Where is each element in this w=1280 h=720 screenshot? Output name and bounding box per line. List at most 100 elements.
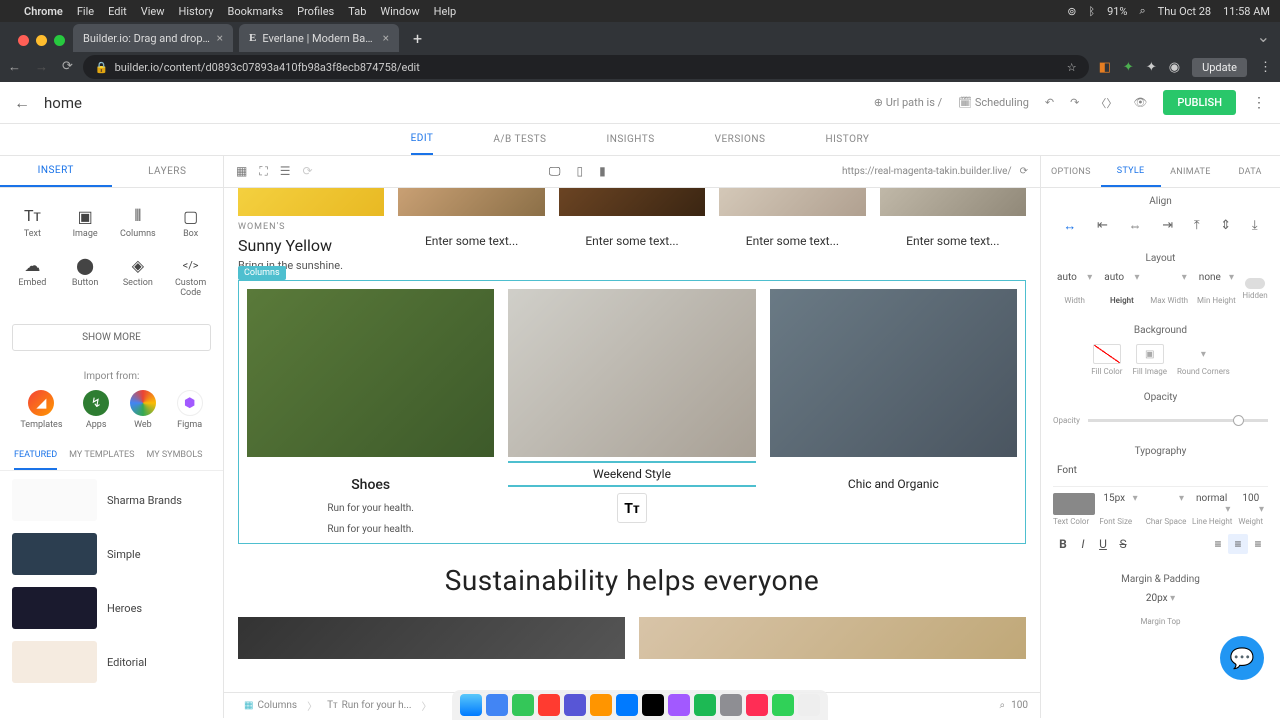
template-item[interactable]: Sharma Brands <box>12 479 211 521</box>
hidden-toggle[interactable] <box>1245 278 1265 289</box>
undo-icon[interactable]: ↶ <box>1045 96 1054 109</box>
tab-history[interactable]: HISTORY <box>825 125 869 154</box>
margin-top-input[interactable]: 20px ▾ <box>1131 593 1191 615</box>
align-left-button[interactable]: ≡ <box>1208 534 1228 554</box>
list-icon[interactable]: ☰ <box>280 164 291 179</box>
menubar-date[interactable]: Thu Oct 28 <box>1158 5 1211 18</box>
chevron-down-icon[interactable]: ⌄ <box>1247 27 1280 52</box>
insert-columns[interactable]: ⦀Columns <box>114 200 163 245</box>
insert-box[interactable]: ▢Box <box>166 200 215 245</box>
align-center-h-icon[interactable]: ⇔ <box>1126 215 1145 237</box>
layout-icon[interactable]: ▦ <box>236 164 247 179</box>
search-icon[interactable]: ⌕ <box>1139 4 1145 18</box>
more-menu-icon[interactable]: ⋮ <box>1252 95 1266 111</box>
macos-dock[interactable] <box>452 690 828 720</box>
page-title[interactable]: home <box>44 94 82 112</box>
zoom-search-icon[interactable]: ⌕ <box>1000 700 1006 711</box>
fontsize-input[interactable]: 15px▾ <box>1099 493 1141 515</box>
tab-style[interactable]: STYLE <box>1101 156 1161 187</box>
close-tab-icon[interactable]: × <box>383 31 389 45</box>
update-button[interactable]: Update <box>1192 58 1247 77</box>
chat-fab[interactable]: 💬 <box>1220 636 1264 680</box>
dock-settings-icon[interactable] <box>720 694 742 716</box>
align-stretch-icon[interactable]: ↔ <box>1060 215 1079 237</box>
preview-icon[interactable]: 👁 <box>1133 96 1147 109</box>
import-templates[interactable]: ◢Templates <box>20 390 62 430</box>
open-external-icon[interactable]: ⟳ <box>1020 166 1028 177</box>
redo-icon[interactable]: ↷ <box>1070 96 1079 109</box>
opacity-slider[interactable] <box>1088 419 1268 422</box>
lineheight-input[interactable]: normal▾ <box>1192 493 1234 515</box>
tab-insights[interactable]: INSIGHTS <box>606 125 654 154</box>
selection-label[interactable]: Columns <box>238 266 286 280</box>
align-top-icon[interactable]: ⤒ <box>1191 215 1203 237</box>
text-tool-icon[interactable]: Tᴛ <box>617 493 647 523</box>
italic-button[interactable]: I <box>1073 534 1093 554</box>
tab-my-symbols[interactable]: MY SYMBOLS <box>146 442 202 470</box>
canvas-body[interactable]: WOMEN'SSunny YellowBring in the sunshine… <box>224 188 1040 692</box>
tab-edit[interactable]: EDIT <box>411 124 434 155</box>
align-right-icon[interactable]: ⇥ <box>1159 215 1176 237</box>
tab-my-templates[interactable]: MY TEMPLATES <box>69 442 134 470</box>
dock-figma-icon[interactable] <box>668 694 690 716</box>
insert-button[interactable]: ⬤Button <box>61 249 110 304</box>
bold-button[interactable]: B <box>1053 534 1073 554</box>
insert-image[interactable]: ▣Image <box>61 200 110 245</box>
show-more-button[interactable]: SHOW MORE <box>12 324 211 351</box>
browser-tab[interactable]: Builder.io: Drag and drop page× <box>73 24 233 52</box>
dock-spotify-icon[interactable] <box>694 694 716 716</box>
tab-featured[interactable]: FEATURED <box>14 442 57 470</box>
align-center-button[interactable]: ≡ <box>1228 534 1248 554</box>
dock-app-icon[interactable] <box>590 694 612 716</box>
align-middle-icon[interactable]: ⇕ <box>1217 215 1234 237</box>
strike-button[interactable]: S <box>1113 534 1133 554</box>
dock-finder-icon[interactable] <box>460 694 482 716</box>
new-tab-button[interactable]: + <box>405 29 430 52</box>
width-input[interactable]: auto ▾ <box>1053 272 1096 294</box>
preview-url[interactable]: https://real-magenta-takin.builder.live/ <box>842 166 1012 177</box>
sustainability-heading[interactable]: Sustainability helps everyone <box>224 564 1040 597</box>
maximize-window[interactable] <box>54 35 65 46</box>
breadcrumb-item[interactable]: ▦ Columns <box>236 698 305 713</box>
tab-options[interactable]: OPTIONS <box>1041 156 1101 187</box>
tab-data[interactable]: DATA <box>1220 156 1280 187</box>
tab-layers[interactable]: LAYERS <box>112 156 224 187</box>
tab-versions[interactable]: VERSIONS <box>715 125 766 154</box>
text-color-input[interactable] <box>1053 493 1095 515</box>
address-bar[interactable]: 🔒 builder.io/content/d0893c07893a410fb98… <box>83 55 1089 79</box>
app-name[interactable]: Chrome <box>24 5 63 18</box>
dock-app-icon[interactable] <box>772 694 794 716</box>
insert-section[interactable]: ◈Section <box>114 249 163 304</box>
import-web[interactable]: Web <box>130 390 156 430</box>
dock-app-icon[interactable] <box>746 694 768 716</box>
align-bottom-icon[interactable]: ⤓ <box>1249 215 1261 237</box>
publish-button[interactable]: PUBLISH <box>1163 90 1236 115</box>
dock-trash-icon[interactable] <box>798 694 820 716</box>
template-item[interactable]: Editorial <box>12 641 211 683</box>
close-tab-icon[interactable]: × <box>217 31 223 45</box>
dock-chrome-icon[interactable] <box>486 694 508 716</box>
zoom-value[interactable]: 100 <box>1011 700 1028 711</box>
menubar-time[interactable]: 11:58 AM <box>1223 5 1270 18</box>
align-right-button[interactable]: ≡ <box>1248 534 1268 554</box>
fill-image-input[interactable]: ▣ <box>1136 344 1164 364</box>
insert-embed[interactable]: ☁Embed <box>8 249 57 304</box>
code-icon[interactable]: 〈〉 <box>1095 95 1117 111</box>
tablet-icon[interactable]: ▯ <box>576 164 583 179</box>
import-figma[interactable]: ⬢Figma <box>177 390 203 430</box>
refresh-icon[interactable]: ⟳ <box>303 164 313 179</box>
weight-input[interactable]: 100▾ <box>1238 493 1268 515</box>
minimize-window[interactable] <box>36 35 47 46</box>
insert-text[interactable]: TᴛText <box>8 200 57 245</box>
underline-button[interactable]: U <box>1093 534 1113 554</box>
extension-icon[interactable]: ✦ <box>1123 60 1134 75</box>
extensions-icon[interactable]: ✦ <box>1146 60 1157 75</box>
url-path-label[interactable]: ⊕ Url path is / <box>874 96 942 109</box>
tab-abtests[interactable]: A/B TESTS <box>493 125 546 154</box>
import-apps[interactable]: ↯Apps <box>83 390 109 430</box>
fill-color-input[interactable] <box>1093 344 1121 364</box>
dock-messages-icon[interactable] <box>512 694 534 716</box>
dock-app-icon[interactable] <box>564 694 586 716</box>
template-item[interactable]: Heroes <box>12 587 211 629</box>
dock-terminal-icon[interactable] <box>642 694 664 716</box>
